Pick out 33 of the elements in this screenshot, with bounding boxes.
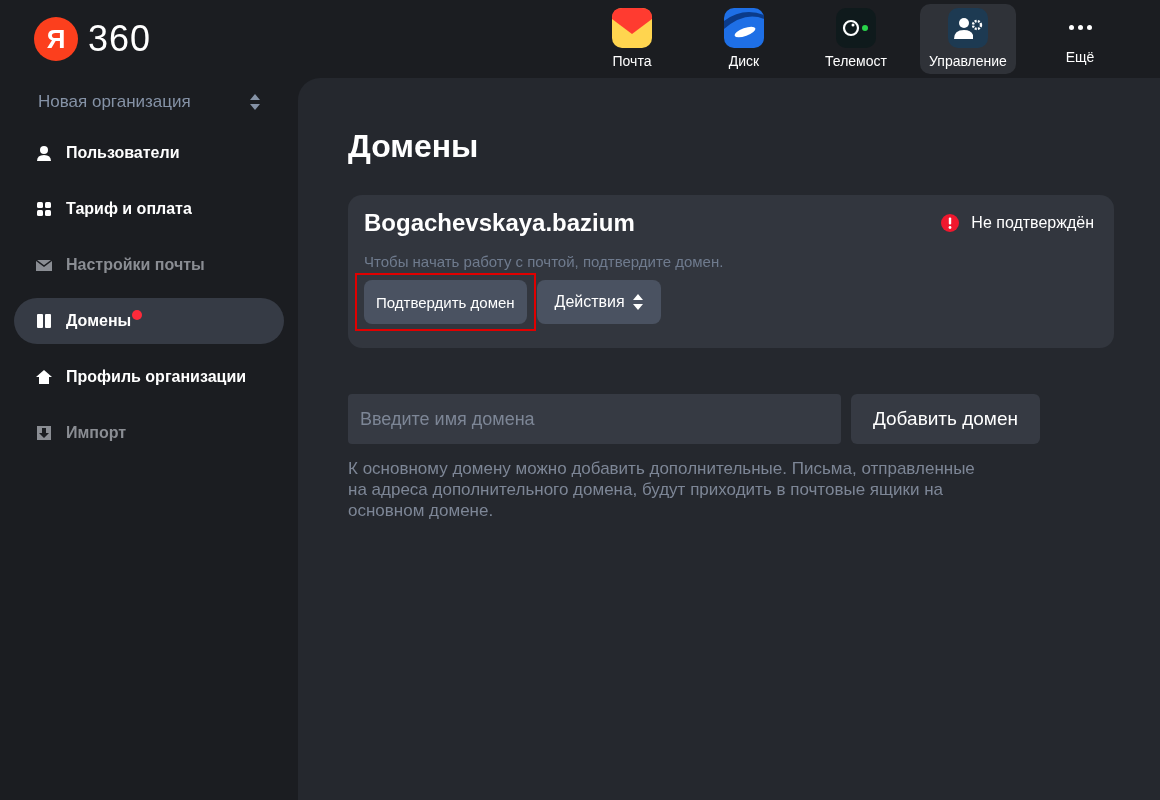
download-icon	[36, 425, 52, 441]
app-tab[interactable]: Ещё	[1032, 4, 1128, 74]
user-icon	[36, 145, 52, 161]
app-tab[interactable]: Управление	[920, 4, 1016, 74]
organization-switcher[interactable]: Новая организация	[14, 88, 284, 116]
verify-button[interactable]: Подтвердить домен	[364, 280, 527, 324]
info-text: К основному домену можно добавить дополнительные. Письма, отправленные на адреса дополнительного домена, будут приходить в почтовые ящики на основном домене.	[348, 458, 976, 521]
columns-icon	[36, 313, 52, 329]
grid-icon	[36, 201, 52, 217]
sort-arrows-icon	[632, 294, 643, 310]
more-dots-icon	[1068, 25, 1092, 30]
user-gear-icon	[947, 7, 989, 49]
add-domain-button[interactable]: Добавить домен	[850, 394, 1040, 444]
app-tab[interactable]: Диск	[696, 4, 792, 74]
sidebar-item[interactable]: Пользователи	[14, 130, 284, 176]
hint-text: Чтобы начать работу с почтой, подтвердите домен.	[364, 253, 725, 270]
sidebar-item[interactable]: Домены	[14, 298, 284, 344]
sidebar-item[interactable]: Тариф и оплата	[14, 186, 284, 232]
home-icon	[36, 369, 52, 385]
sort-arrows-icon	[250, 94, 260, 110]
envelope-icon	[36, 257, 52, 273]
page-title: Домены	[348, 128, 480, 165]
domain-name: Bogachevskaya.bazium	[364, 209, 635, 237]
mail-envelope-icon	[611, 7, 653, 49]
domain-input-field[interactable]: Введите имя домена	[348, 394, 841, 444]
app-tab[interactable]: Почта	[584, 4, 680, 74]
camera-icon	[835, 7, 877, 49]
actions-dropdown[interactable]: Действия	[536, 280, 661, 324]
sidebar-item[interactable]: Профиль организации	[14, 354, 284, 400]
logo-badge: Я	[34, 17, 78, 61]
app-tab[interactable]: Телемост	[808, 4, 904, 74]
status-text: Не подтверждён	[971, 214, 1094, 232]
logo-text: 360	[88, 18, 152, 60]
